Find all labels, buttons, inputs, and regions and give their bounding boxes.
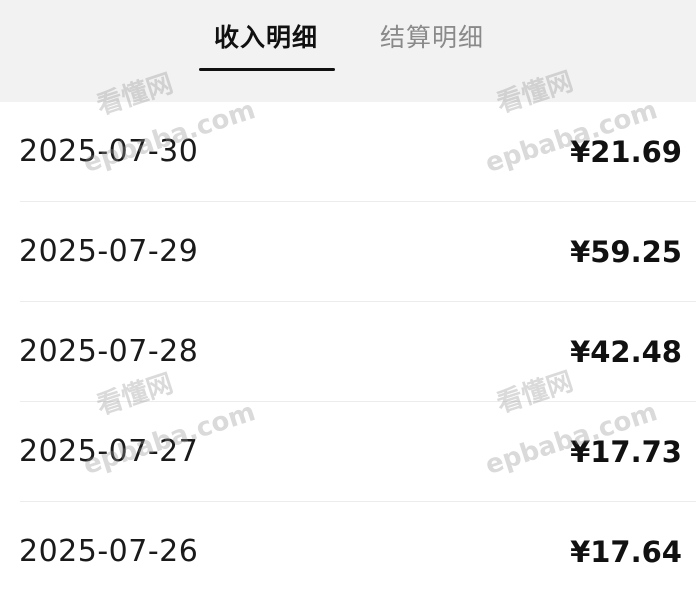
item-date: 2025-07-28: [19, 334, 199, 369]
item-date: 2025-07-27: [19, 434, 199, 469]
item-date: 2025-07-26: [19, 534, 199, 569]
active-tab-indicator: [199, 68, 335, 71]
item-amount: ¥21.69: [570, 135, 682, 169]
item-date: 2025-07-30: [19, 134, 199, 169]
list-item[interactable]: 2025-07-28 ¥42.48: [0, 302, 696, 402]
item-date: 2025-07-29: [19, 234, 199, 269]
item-amount: ¥59.25: [570, 235, 682, 269]
item-amount: ¥17.73: [570, 435, 682, 469]
tab-settlement-details[interactable]: 结算明细: [380, 22, 484, 54]
list-item[interactable]: 2025-07-26 ¥17.64: [0, 502, 696, 602]
tab-bar: 收入明细 结算明细: [0, 0, 696, 102]
income-list: 2025-07-30 ¥21.69 2025-07-29 ¥59.25 2025…: [0, 102, 696, 602]
list-item[interactable]: 2025-07-29 ¥59.25: [0, 202, 696, 302]
tab-income-details[interactable]: 收入明细: [214, 22, 318, 54]
list-item[interactable]: 2025-07-30 ¥21.69: [0, 102, 696, 202]
list-item[interactable]: 2025-07-27 ¥17.73: [0, 402, 696, 502]
item-amount: ¥17.64: [570, 535, 682, 569]
item-amount: ¥42.48: [570, 335, 682, 369]
